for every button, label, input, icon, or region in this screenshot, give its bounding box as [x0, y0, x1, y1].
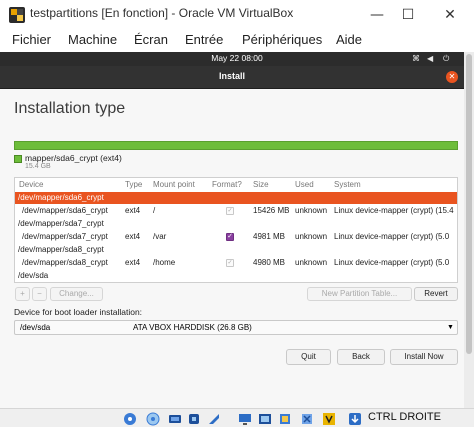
installer-header: Install ✕ — [0, 66, 464, 89]
menu-ecran[interactable]: Écran — [134, 32, 168, 47]
virtualbox-statusbar: CTRL DROITE — [0, 408, 474, 427]
new-partition-table-button[interactable]: New Partition Table... — [307, 287, 412, 301]
usb-icon[interactable] — [187, 411, 201, 425]
format-checkbox[interactable]: ✓ — [226, 259, 234, 267]
clock[interactable]: May 22 08:00 — [0, 53, 474, 63]
guest-additions-icon[interactable] — [322, 411, 336, 425]
row-used: unknown — [295, 206, 328, 215]
row-device: /dev/mapper/sda7_crypt — [18, 219, 104, 228]
menu-entree[interactable]: Entrée — [185, 32, 223, 47]
keyboard-icon[interactable] — [348, 411, 362, 425]
disk-usage-bar — [14, 141, 458, 150]
row-size: 15426 MB — [253, 206, 290, 215]
row-system: Linux device-mapper (crypt) (5.0 — [334, 232, 450, 241]
row-size: 4981 MB — [253, 232, 286, 241]
guest-topbar: May 22 08:00 ⌘ ◀ ⏻ — [0, 52, 464, 66]
partition-table: Device Type Mount point Format? Size Use… — [14, 177, 458, 283]
remove-partition-button[interactable]: − — [32, 287, 47, 301]
close-icon[interactable]: ✕ — [437, 3, 463, 27]
page-title: Installation type — [14, 100, 126, 117]
revert-button[interactable]: Revert — [414, 287, 458, 301]
col-header-device[interactable]: Device — [19, 178, 43, 191]
row-used: unknown — [295, 258, 328, 267]
back-button[interactable]: Back — [337, 349, 385, 365]
row-type: ext4 — [125, 232, 141, 241]
add-partition-button[interactable]: + — [15, 287, 30, 301]
row-device: /dev/sda — [18, 271, 49, 280]
table-row[interactable]: /dev/mapper/sda7_crypt ext4 /var ✓ 4981 … — [15, 231, 457, 243]
minimize-icon[interactable]: — — [364, 3, 390, 27]
col-header-mount[interactable]: Mount point — [153, 178, 195, 191]
table-row[interactable]: /dev/mapper/sda6_crypt ext4 / ✓ 15426 MB… — [15, 205, 457, 217]
row-device: /dev/mapper/sda7_crypt — [22, 232, 108, 241]
menu-peripheriques[interactable]: Périphériques — [242, 32, 322, 47]
row-size: 4980 MB — [253, 258, 286, 267]
virtualbox-logo-icon — [8, 6, 26, 24]
menubar: Fichier Machine Écran Entrée Périphériqu… — [0, 30, 474, 52]
row-mount: /home — [153, 258, 176, 267]
table-row[interactable]: /dev/sda — [15, 270, 457, 282]
row-mount: /var — [153, 232, 167, 241]
col-header-used[interactable]: Used — [295, 178, 314, 191]
change-partition-button[interactable]: Change... — [50, 287, 103, 301]
audio-icon[interactable] — [146, 411, 160, 426]
window-title: testpartitions [En fonction] - Oracle VM… — [30, 6, 294, 20]
optical-drive-icon[interactable] — [123, 411, 137, 425]
host-key-label: CTRL DROITE — [368, 411, 441, 423]
col-header-type[interactable]: Type — [125, 178, 142, 191]
row-device: /dev/mapper/sda8_crypt — [18, 245, 104, 254]
network-icon[interactable] — [168, 411, 182, 425]
row-mount: / — [153, 206, 156, 215]
menu-machine[interactable]: Machine — [68, 32, 117, 47]
boot-loader-label: Device for boot loader installation: — [14, 307, 143, 317]
col-header-size[interactable]: Size — [253, 178, 269, 191]
chevron-down-icon: ▼ — [447, 324, 454, 331]
row-type: ext4 — [125, 206, 141, 215]
network-icon[interactable]: ⌘ — [412, 54, 420, 63]
partition-legend-name: mapper/sda6_crypt (ext4) — [25, 153, 122, 163]
row-used: unknown — [295, 232, 328, 241]
col-header-system[interactable]: System — [334, 178, 361, 191]
cpu-icon[interactable] — [300, 411, 314, 425]
col-header-format[interactable]: Format? — [212, 178, 242, 191]
installer-title: Install — [218, 71, 245, 81]
install-now-button[interactable]: Install Now — [390, 349, 458, 365]
volume-icon[interactable]: ◀ — [427, 54, 433, 63]
row-device: /dev/mapper/sda6_crypt — [22, 206, 108, 215]
menu-aide[interactable]: Aide — [336, 32, 362, 47]
table-row[interactable]: /dev/mapper/sda6_crypt — [15, 192, 457, 204]
recording-icon[interactable] — [258, 411, 272, 425]
row-type: ext4 — [125, 258, 141, 267]
partition-legend-size: 15.4 GB — [25, 163, 51, 170]
row-system: Linux device-mapper (crypt) (15.4 — [334, 206, 454, 215]
mouse-integration-icon[interactable] — [278, 411, 292, 425]
quit-button[interactable]: Quit — [286, 349, 331, 365]
partition-color-swatch — [14, 155, 22, 163]
menu-fichier[interactable]: Fichier — [12, 32, 51, 47]
boot-device-description: ATA VBOX HARDDISK (26.8 GB) — [133, 323, 252, 332]
table-row[interactable]: /dev/mapper/sda8_crypt ext4 /home ✓ 4980… — [15, 257, 457, 269]
row-system: Linux device-mapper (crypt) (5.0 — [334, 258, 450, 267]
table-row[interactable]: /dev/mapper/sda8_crypt — [15, 244, 457, 256]
display-icon[interactable] — [238, 411, 252, 425]
power-icon[interactable]: ⏻ — [443, 54, 449, 64]
boot-device: /dev/sda — [20, 323, 51, 332]
row-device: /dev/mapper/sda8_crypt — [22, 258, 108, 267]
installer-close-icon[interactable]: ✕ — [446, 71, 458, 83]
table-row[interactable]: /dev/mapper/sda7_crypt — [15, 218, 457, 230]
row-device: /dev/mapper/sda6_crypt — [18, 193, 104, 202]
maximize-icon[interactable]: ☐ — [395, 3, 421, 27]
scrollbar-thumb[interactable] — [466, 54, 472, 354]
format-checkbox[interactable]: ✓ — [226, 233, 234, 241]
shared-folders-icon[interactable] — [207, 411, 221, 425]
boot-loader-select[interactable]: /dev/sda ATA VBOX HARDDISK (26.8 GB) ▼ — [14, 320, 458, 335]
window-titlebar: testpartitions [En fonction] - Oracle VM… — [0, 0, 474, 30]
format-checkbox[interactable]: ✓ — [226, 207, 234, 215]
